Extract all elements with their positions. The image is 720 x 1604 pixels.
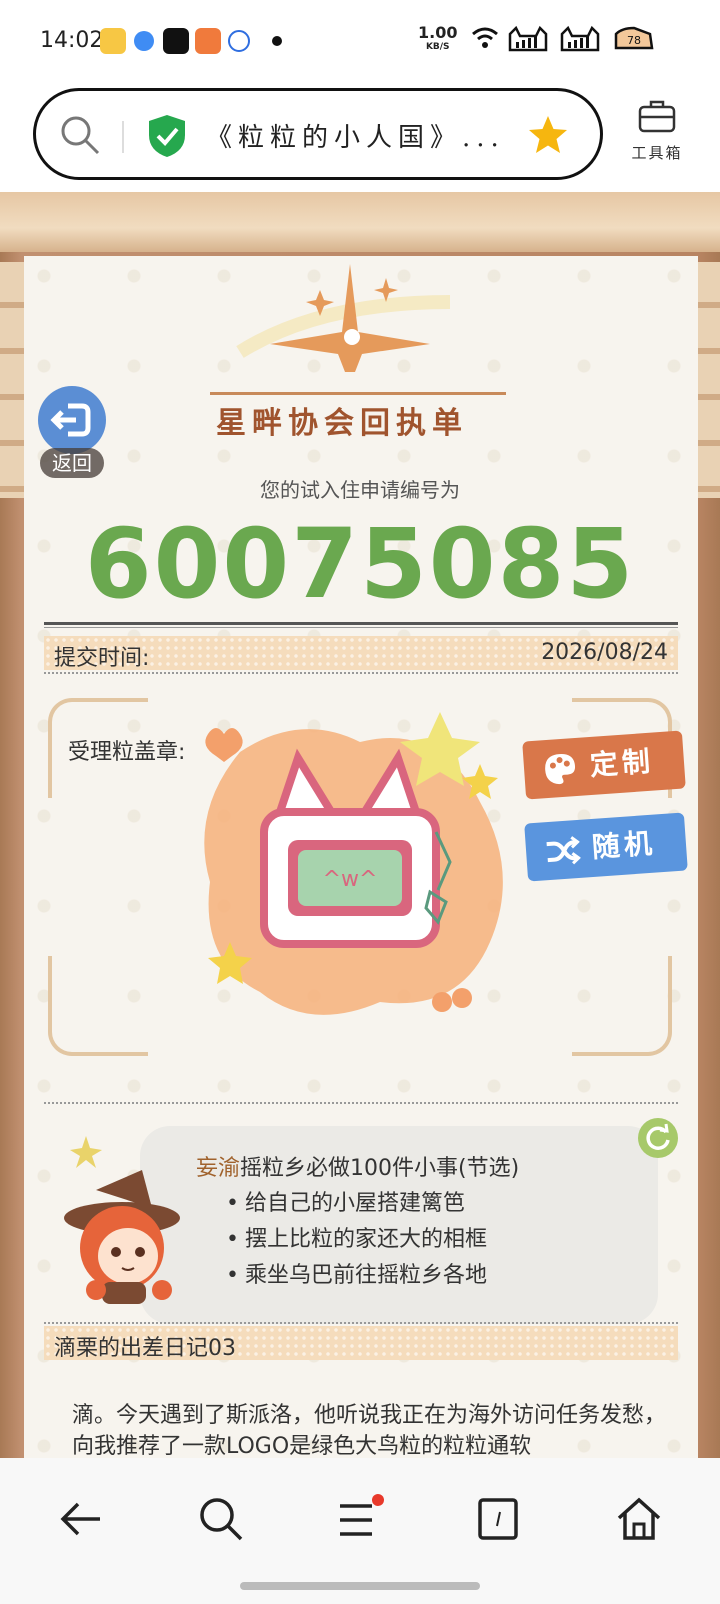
status-bar: 14:02 1.00 KB/S 78 bbox=[0, 0, 720, 82]
submit-time-label: 提交时间: bbox=[54, 646, 150, 671]
todo-title-text: 摇粒乡必做100件小事(节选) bbox=[240, 1156, 520, 1181]
association-emblem-icon bbox=[236, 264, 451, 372]
network-speed: 1.00 KB/S bbox=[418, 25, 457, 54]
tiktok-app-icon bbox=[163, 28, 189, 54]
nav-back-icon[interactable] bbox=[56, 1494, 106, 1544]
todo-title: 妄渝摇粒乡必做100件小事(节选) bbox=[196, 1150, 519, 1182]
apply-number: 60075085 bbox=[84, 508, 636, 620]
todo-item: 给自己的小屋搭建篱笆 bbox=[226, 1186, 487, 1222]
gesture-home-bar[interactable] bbox=[240, 1582, 480, 1590]
back-arrow-icon bbox=[50, 403, 91, 437]
nav-home-icon[interactable] bbox=[614, 1494, 664, 1544]
star-icon[interactable] bbox=[526, 113, 570, 157]
todo-list: 给自己的小屋搭建篱笆 摆上比粒的家还大的相框 乘坐乌巴前往摇粒乡各地 bbox=[226, 1186, 487, 1294]
custom-button[interactable]: 定制 bbox=[522, 730, 686, 800]
custom-button-label: 定制 bbox=[588, 744, 656, 782]
search-icon[interactable] bbox=[58, 113, 102, 157]
todo-item: 摆上比粒的家还大的相框 bbox=[226, 1222, 487, 1258]
diary-top-divider bbox=[44, 1322, 678, 1324]
stamp-face: ^w^ bbox=[323, 867, 378, 892]
svg-text:78: 78 bbox=[627, 34, 641, 47]
diary-title-row: 滴栗的出差日记03 bbox=[44, 1326, 678, 1361]
refresh-icon bbox=[646, 1123, 670, 1150]
battery-icon: 78 bbox=[614, 26, 654, 50]
address-separator bbox=[122, 121, 124, 153]
page-title[interactable]: 《粒粒的小人国》... bbox=[206, 117, 505, 154]
baidu-app-icon bbox=[228, 30, 250, 52]
toolbox-button[interactable]: 工具箱 bbox=[622, 98, 692, 163]
stamp-frame-corner bbox=[572, 956, 672, 1056]
nav-search-icon[interactable] bbox=[196, 1494, 246, 1544]
notification-dot-icon bbox=[272, 36, 282, 46]
random-button-label: 随机 bbox=[590, 826, 658, 864]
game-app-icon bbox=[195, 28, 221, 54]
todo-author: 妄渝 bbox=[196, 1156, 241, 1181]
todo-card: 妄渝摇粒乡必做100件小事(节选) 给自己的小屋搭建篱笆 摆上比粒的家还大的相框… bbox=[140, 1126, 658, 1324]
double-rule bbox=[44, 622, 678, 628]
network-speed-unit: KB/S bbox=[425, 42, 450, 52]
nav-menu-icon[interactable] bbox=[334, 1494, 390, 1544]
diary-title: 滴栗的出差日记03 bbox=[54, 1336, 236, 1361]
nav-tabs-icon[interactable] bbox=[476, 1494, 522, 1544]
signal-icon-1 bbox=[508, 25, 548, 52]
palette-icon bbox=[545, 754, 576, 785]
status-time: 14:02 bbox=[40, 28, 104, 53]
weibo-app-icon bbox=[100, 28, 126, 54]
toolbox-icon bbox=[638, 100, 676, 133]
section-divider bbox=[44, 1102, 678, 1104]
submit-time-row: 提交时间: 2026/08/24 bbox=[44, 636, 678, 671]
browser-app-icon bbox=[134, 31, 154, 51]
shuffle-icon bbox=[546, 836, 582, 865]
wood-top-beam bbox=[0, 192, 720, 252]
back-button[interactable] bbox=[38, 386, 106, 454]
refresh-button[interactable] bbox=[638, 1118, 678, 1158]
submit-time-value: 2026/08/24 bbox=[541, 640, 668, 665]
diary-text: 滴。今天遇到了斯派洛，他听说我正在为海外访问任务发愁，向我推荐了一款LOGO是绿… bbox=[72, 1403, 667, 1459]
shield-check-icon bbox=[149, 115, 185, 157]
cat-stamp-icon: ^w^ bbox=[204, 712, 503, 1015]
random-button[interactable]: 随机 bbox=[524, 812, 688, 882]
title-rule bbox=[210, 392, 506, 395]
signal-icon-2 bbox=[560, 25, 600, 52]
stamp-label: 受理粒盖章: bbox=[68, 740, 186, 765]
form-title: 星畔协会回执单 bbox=[216, 406, 468, 441]
address-bar[interactable]: 《粒粒的小人国》... bbox=[33, 88, 603, 180]
shelf-left bbox=[0, 262, 24, 498]
witch-mascot-icon bbox=[64, 1136, 180, 1304]
toolbox-label: 工具箱 bbox=[631, 144, 683, 162]
wifi-icon bbox=[472, 27, 498, 48]
todo-item: 乘坐乌巴前往摇粒乡各地 bbox=[226, 1258, 487, 1294]
shelf-right bbox=[698, 262, 720, 498]
submit-row-divider bbox=[44, 672, 678, 674]
stamp-frame-corner bbox=[48, 956, 148, 1056]
apply-label: 您的试入住申请编号为 bbox=[260, 478, 460, 502]
